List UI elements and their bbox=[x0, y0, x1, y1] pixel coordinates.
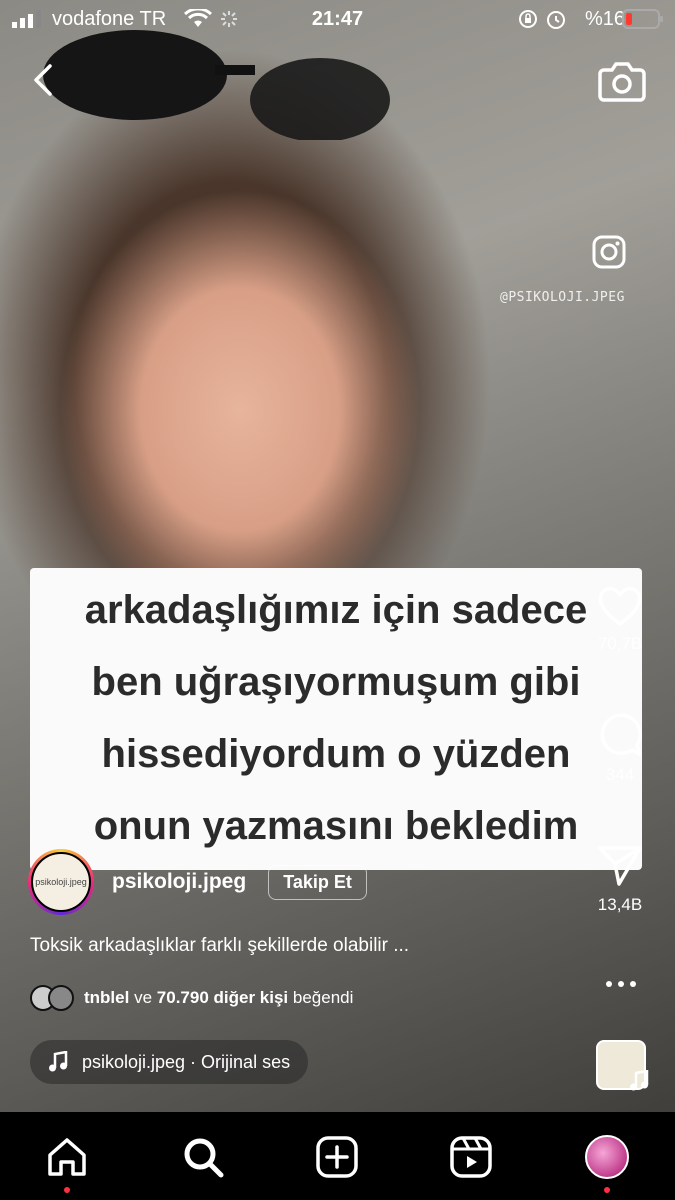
music-note-icon bbox=[630, 1070, 649, 1091]
avatar-logo: psikoloji.jpeg bbox=[31, 852, 91, 912]
caption-line: ben uğraşıyormuşum gibi bbox=[91, 660, 581, 704]
caption-line: arkadaşlığımız için sadece bbox=[84, 588, 588, 632]
caption-line: hissediyordum o yüzden bbox=[101, 732, 571, 776]
tab-home[interactable] bbox=[42, 1132, 92, 1182]
comment-count: 344 bbox=[605, 765, 635, 784]
liker-avatar bbox=[48, 985, 74, 1011]
liked-by-suffix: beğendi bbox=[292, 988, 354, 1007]
watermark-handle: @PSIKOLOJI.JPEG bbox=[500, 290, 625, 305]
alarm-icon bbox=[547, 11, 565, 29]
music-note-icon bbox=[49, 1051, 68, 1072]
notification-dot bbox=[64, 1187, 70, 1193]
notification-dot bbox=[604, 1187, 610, 1193]
back-icon[interactable] bbox=[28, 62, 58, 98]
rotation-lock-icon bbox=[519, 10, 537, 28]
author-row: psikoloji.jpeg psikoloji.jpeg Takip Et bbox=[28, 848, 367, 916]
tab-create[interactable] bbox=[312, 1132, 362, 1182]
tab-search[interactable] bbox=[178, 1132, 228, 1182]
tab-profile[interactable] bbox=[582, 1132, 632, 1182]
reel-description[interactable]: Toksik arkadaşlıklar farklı şekillerde o… bbox=[30, 935, 409, 957]
battery-icon bbox=[622, 9, 663, 29]
share-count: 13,4B bbox=[597, 895, 643, 914]
send-icon bbox=[598, 846, 642, 886]
more-horizontal-icon[interactable] bbox=[601, 975, 641, 993]
camera-icon[interactable] bbox=[598, 58, 646, 102]
share-button[interactable]: 13,4B bbox=[585, 842, 655, 915]
audio-label: psikoloji.jpeg · Orijinal ses bbox=[82, 1051, 291, 1072]
like-count: 70,7B bbox=[597, 634, 643, 653]
like-button[interactable]: 70,7B bbox=[585, 585, 655, 654]
liked-by-connector: ve bbox=[134, 988, 153, 1007]
home-icon bbox=[48, 1138, 86, 1176]
search-icon bbox=[184, 1138, 224, 1178]
profile-avatar bbox=[585, 1135, 629, 1179]
comment-icon bbox=[600, 713, 643, 756]
heart-icon bbox=[598, 586, 642, 626]
battery-percent: %16 bbox=[585, 8, 626, 30]
author-username[interactable]: psikoloji.jpeg bbox=[112, 870, 246, 894]
reels-icon bbox=[450, 1136, 492, 1178]
audio-pill[interactable]: psikoloji.jpeg · Orijinal ses bbox=[30, 1040, 309, 1084]
bottom-tab-bar bbox=[0, 1112, 675, 1200]
follow-button[interactable]: Takip Et bbox=[268, 864, 367, 900]
status-bar: vodafone TR 21:47 %16 bbox=[0, 0, 675, 40]
liker-username[interactable]: tnblel bbox=[84, 988, 129, 1007]
status-time: 21:47 bbox=[311, 8, 364, 30]
liked-by-row[interactable]: tnblel ve 70.790 diğer kişi beğendi bbox=[30, 985, 353, 1011]
liked-by-others[interactable]: 70.790 diğer kişi bbox=[157, 988, 288, 1007]
instagram-icon bbox=[592, 235, 626, 269]
audio-thumbnail[interactable] bbox=[596, 1040, 649, 1091]
tab-reels[interactable] bbox=[446, 1132, 496, 1182]
comment-button[interactable]: 344 bbox=[585, 712, 655, 785]
author-avatar[interactable]: psikoloji.jpeg bbox=[28, 849, 94, 915]
video-caption-box: arkadaşlığımız için sadece ben uğraşıyor… bbox=[30, 568, 642, 870]
create-icon bbox=[316, 1136, 358, 1178]
